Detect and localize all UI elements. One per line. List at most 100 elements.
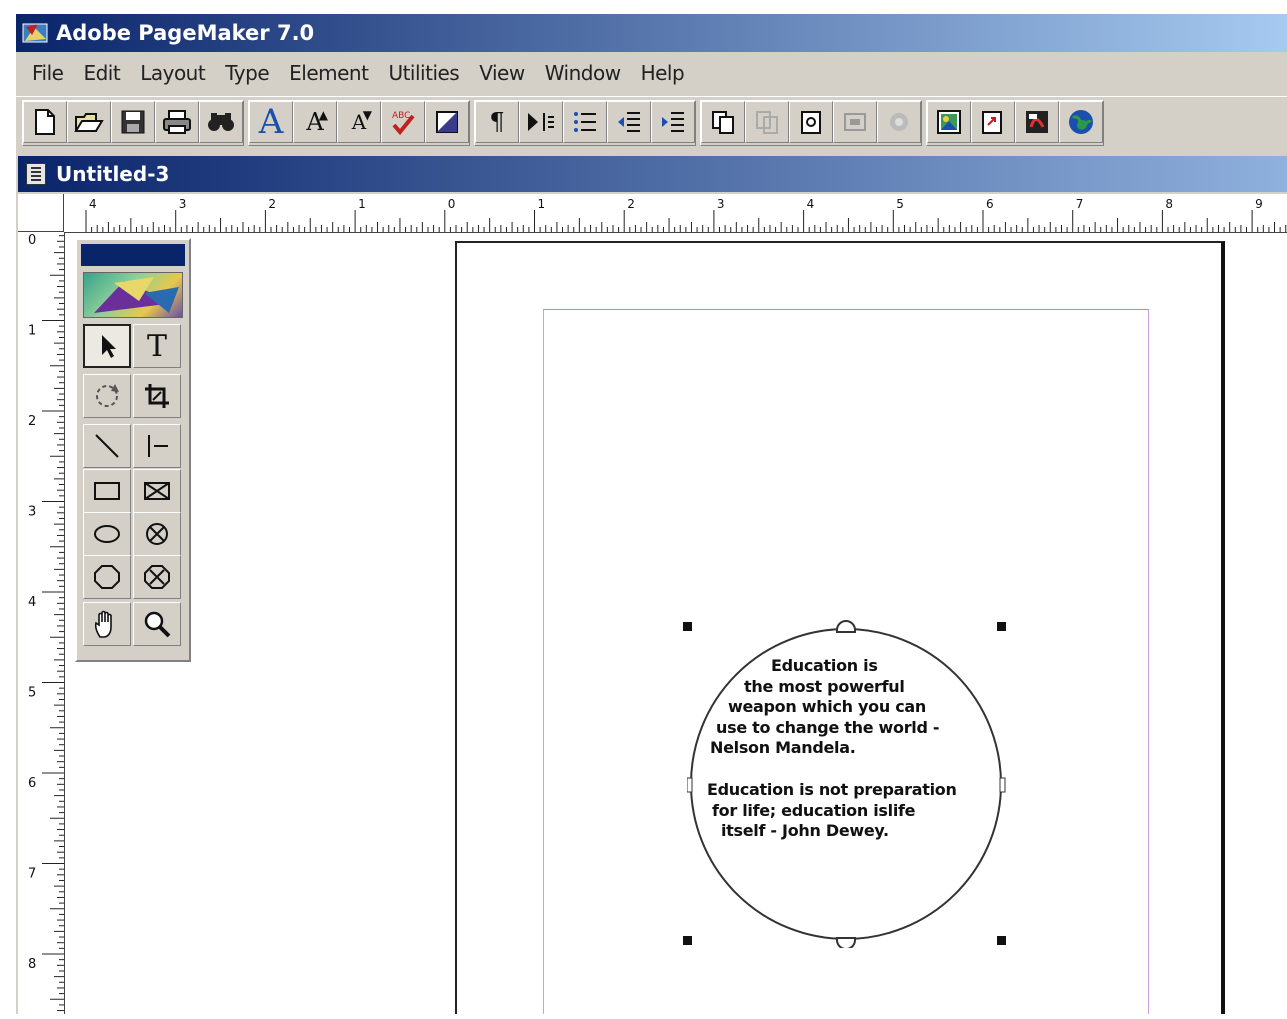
constrained-line-icon: [148, 435, 168, 457]
vertical-ruler[interactable]: 0 1 2 3 4 5 6 7 8: [18, 232, 65, 1014]
selection-handle-top-right[interactable]: [997, 622, 1006, 631]
export-icon: [982, 111, 1002, 134]
menu-window[interactable]: Window: [535, 61, 631, 85]
ruler-label: 2: [627, 197, 635, 211]
quote-line: Nelson Mandela.: [710, 738, 856, 757]
ruler-label: 0: [28, 233, 36, 248]
ellipse-tool[interactable]: [83, 512, 131, 556]
ruler-label: 5: [28, 686, 36, 701]
find-button[interactable]: [199, 101, 243, 143]
ruler-label: 7: [28, 867, 36, 882]
rectangle-frame-icon: [144, 482, 170, 500]
new-document-button[interactable]: [23, 101, 67, 143]
paragraph-icon: ¶: [489, 108, 505, 136]
polygon-tool[interactable]: [83, 555, 131, 599]
print-button[interactable]: [155, 101, 199, 143]
type-tools-group: A A ▲ A ▼ ABC: [248, 100, 470, 146]
font-button[interactable]: A: [249, 101, 293, 143]
place-image-button[interactable]: [927, 101, 971, 143]
rectangle-frame-tool[interactable]: [133, 469, 181, 513]
main-toolbar: A A ▲ A ▼ ABC ¶: [16, 96, 1287, 149]
ruler-label: 0: [448, 197, 456, 211]
outdent-button[interactable]: [607, 101, 651, 143]
polygon-frame-icon: [144, 565, 170, 589]
indents-button[interactable]: [519, 101, 563, 143]
menu-type[interactable]: Type: [215, 61, 279, 85]
pdf-button[interactable]: [1015, 101, 1059, 143]
paste-disabled-icon: [756, 111, 778, 134]
save-button[interactable]: [111, 101, 155, 143]
file-tools-group: [22, 100, 244, 146]
open-icon: [74, 113, 104, 132]
image-button[interactable]: [833, 101, 877, 143]
menu-edit[interactable]: Edit: [73, 61, 130, 85]
ruler-origin[interactable]: [18, 194, 64, 232]
ruler-label: 7: [1076, 197, 1084, 211]
decrease-size-button[interactable]: A ▼: [337, 101, 381, 143]
vertical-ruler-ticks: 0 1 2 3 4 5 6 7 8: [28, 233, 64, 1012]
menu-view[interactable]: View: [469, 61, 534, 85]
ruler-label: 5: [896, 197, 904, 211]
rotate-tool[interactable]: [83, 374, 131, 418]
pointer-tool[interactable]: [83, 324, 131, 368]
open-button[interactable]: [67, 101, 111, 143]
pagemaker-app-icon[interactable]: [22, 21, 50, 45]
menu-element[interactable]: Element: [279, 61, 378, 85]
ellipse-frame-icon: [146, 523, 168, 545]
new-document-icon: [35, 109, 55, 135]
frame-button[interactable]: [789, 101, 833, 143]
spell-check-button[interactable]: ABC: [381, 101, 425, 143]
copy-page-button[interactable]: [701, 101, 745, 143]
polygon-frame-tool[interactable]: [133, 555, 181, 599]
rotate-icon: [96, 384, 119, 407]
font-icon: A: [258, 102, 284, 142]
line-tool[interactable]: [83, 424, 131, 468]
quote-line: itself - John Dewey.: [721, 821, 889, 840]
paste-button[interactable]: [745, 101, 789, 143]
indent-icon: [662, 112, 684, 132]
link-disabled-icon: [890, 113, 908, 131]
rectangle-tool[interactable]: [83, 469, 131, 513]
ruler-label: 3: [717, 197, 725, 211]
horizontal-ruler[interactable]: 4 3 2 1 0 1 2 3 4 5 6 7 8 9: [64, 194, 1287, 233]
ellipse-frame-tool[interactable]: [133, 512, 181, 556]
zoom-tool[interactable]: [133, 602, 181, 646]
menu-utilities[interactable]: Utilities: [378, 61, 469, 85]
bullets-button[interactable]: [563, 101, 607, 143]
document-title: Untitled-3: [56, 162, 170, 186]
constrained-line-tool[interactable]: [133, 424, 181, 468]
line-icon: [95, 434, 119, 458]
crop-tool[interactable]: [133, 374, 181, 418]
toolbox-title-bar[interactable]: [81, 244, 185, 266]
menu-help[interactable]: Help: [631, 61, 695, 85]
menu-layout[interactable]: Layout: [130, 61, 215, 85]
image-disabled-icon: [844, 113, 866, 131]
menu-file[interactable]: File: [22, 61, 73, 85]
selected-ellipse-group[interactable]: Education is the most powerful weapon wh…: [683, 618, 1007, 948]
pasteboard[interactable]: Education is the most powerful weapon wh…: [65, 233, 1287, 1014]
ruler-label: 9: [1255, 197, 1263, 211]
web-button[interactable]: [1059, 101, 1103, 143]
document-title-bar[interactable]: Untitled-3: [18, 156, 1287, 192]
selection-handle-bottom-left[interactable]: [683, 936, 692, 945]
increase-size-button[interactable]: A ▲: [293, 101, 337, 143]
ruler-label: 1: [538, 197, 546, 211]
export-button[interactable]: [971, 101, 1015, 143]
link-button[interactable]: [877, 101, 921, 143]
hand-tool[interactable]: [83, 602, 131, 646]
selection-handle-top-left[interactable]: [683, 622, 692, 631]
arrow-down-icon: ▼: [362, 108, 372, 122]
paragraph-button[interactable]: ¶: [475, 101, 519, 143]
rectangle-icon: [94, 482, 120, 500]
fill-stroke-button[interactable]: [425, 101, 469, 143]
ruler-label: 1: [28, 324, 36, 339]
app-title-bar[interactable]: Adobe PageMaker 7.0: [16, 14, 1287, 52]
zoom-icon: [144, 611, 171, 638]
outdent-icon: [618, 112, 640, 132]
place-image-icon: [937, 110, 961, 134]
text-tool[interactable]: T: [133, 324, 181, 368]
pagemaker-window: Adobe PageMaker 7.0 File Edit Layout Typ…: [14, 14, 1287, 1014]
selection-handle-bottom-right[interactable]: [997, 936, 1006, 945]
indent-button[interactable]: [651, 101, 695, 143]
quote-line: use to change the world -: [716, 717, 940, 737]
